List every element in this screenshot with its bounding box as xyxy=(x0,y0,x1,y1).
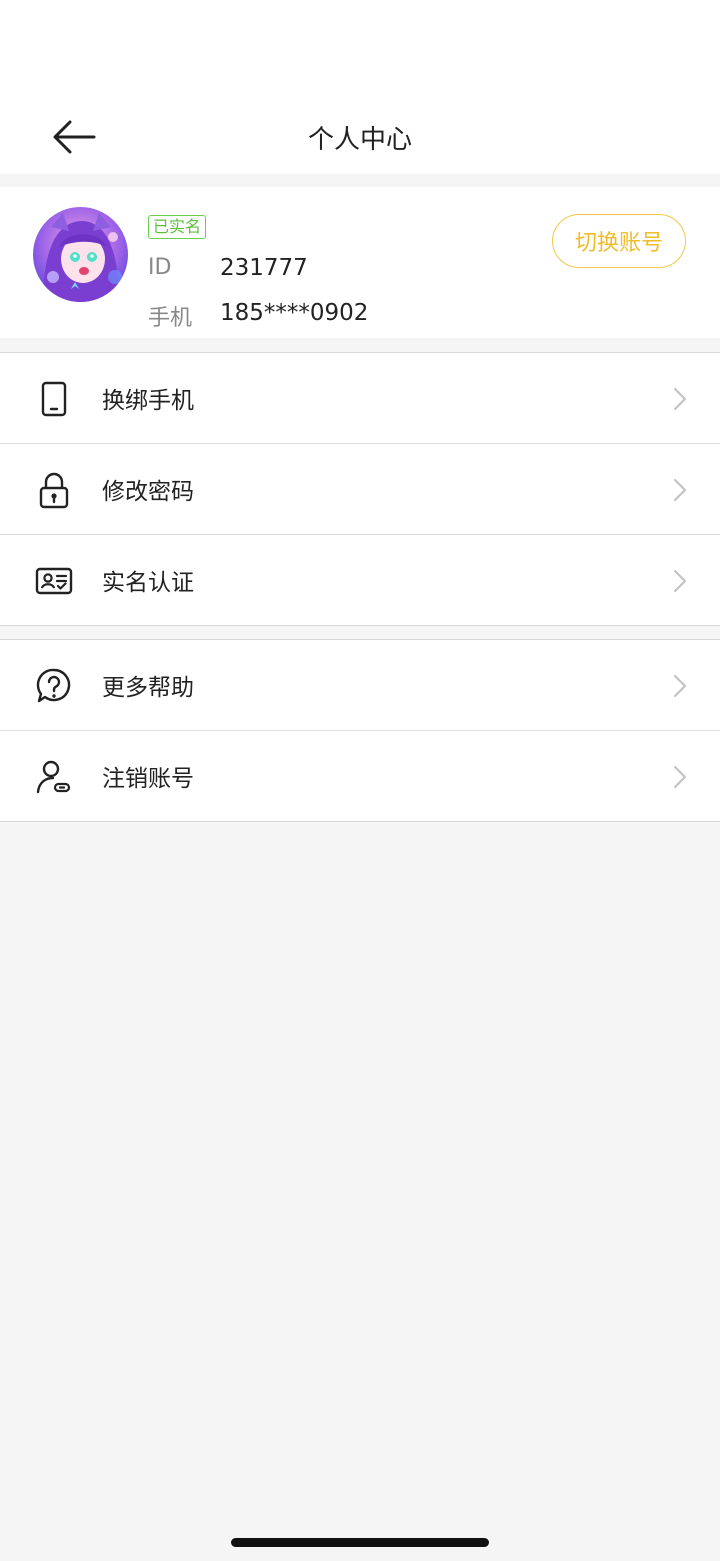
menu-item-change-password[interactable]: 修改密码 xyxy=(0,443,720,534)
lock-icon xyxy=(39,472,69,509)
help-icon xyxy=(36,668,71,703)
menu-label: 实名认证 xyxy=(102,570,194,596)
menu-label: 修改密码 xyxy=(102,479,194,505)
verified-badge: 已实名 xyxy=(148,215,207,239)
chevron-right-icon xyxy=(673,674,687,698)
home-indicator[interactable] xyxy=(231,1538,489,1547)
phone-value: 185****0902 xyxy=(220,300,369,326)
menu-label: 注销账号 xyxy=(102,766,194,792)
chevron-right-icon xyxy=(673,387,687,411)
support-group: 更多帮助 注销账号 xyxy=(0,639,720,822)
chevron-right-icon xyxy=(673,478,687,502)
navigation-bar: 个人中心 xyxy=(0,90,720,174)
id-label: ID xyxy=(148,255,172,280)
user-cancel-icon xyxy=(36,760,71,794)
switch-account-button[interactable]: 切换账号 xyxy=(552,214,686,268)
menu-item-more-help[interactable]: 更多帮助 xyxy=(0,640,720,730)
status-bar xyxy=(0,0,720,90)
profile-card: 已实名 ID 231777 手机 185****0902 切换账号 xyxy=(0,187,720,338)
menu-item-change-phone[interactable]: 换绑手机 xyxy=(0,353,720,443)
chevron-right-icon xyxy=(673,569,687,593)
avatar[interactable] xyxy=(33,207,128,302)
menu-item-delete-account[interactable]: 注销账号 xyxy=(0,730,720,821)
menu-label: 换绑手机 xyxy=(102,388,194,414)
menu-item-real-name-verification[interactable]: 实名认证 xyxy=(0,534,720,625)
chevron-right-icon xyxy=(673,765,687,789)
id-card-icon xyxy=(35,567,73,595)
menu-label: 更多帮助 xyxy=(102,675,194,701)
phone-label: 手机 xyxy=(148,306,193,331)
arrow-left-icon xyxy=(53,120,96,154)
id-value: 231777 xyxy=(220,255,308,281)
phone-icon xyxy=(41,381,67,417)
account-settings-group: 换绑手机 修改密码 实名认证 xyxy=(0,352,720,626)
back-button[interactable] xyxy=(38,112,110,162)
